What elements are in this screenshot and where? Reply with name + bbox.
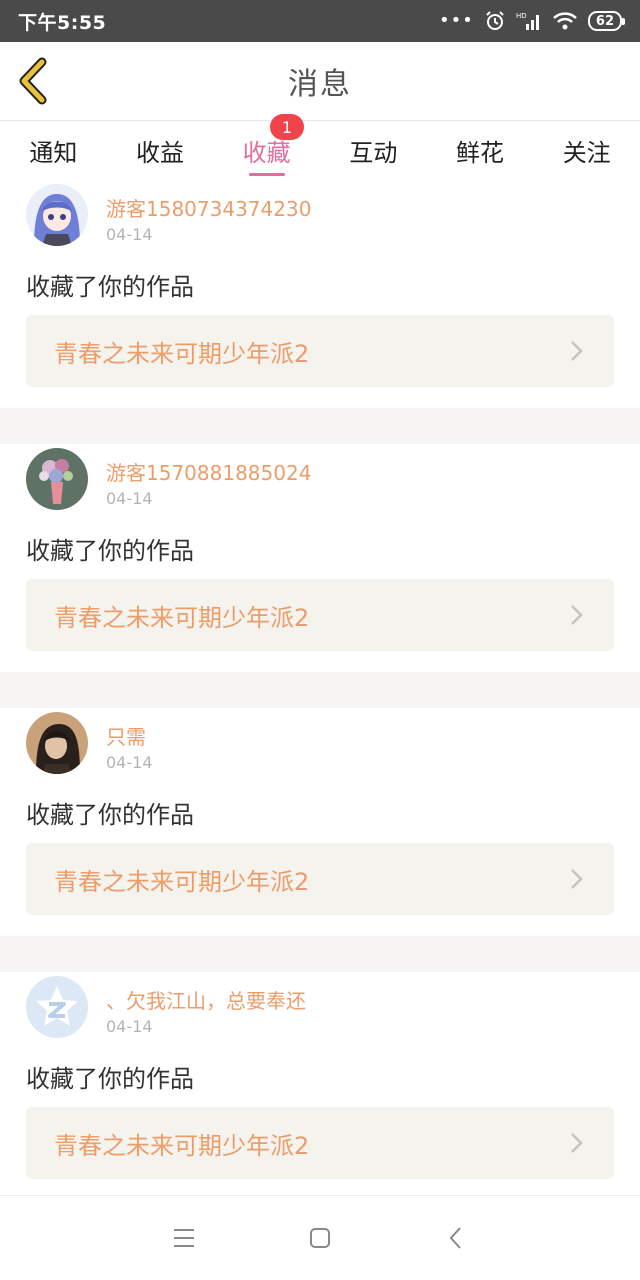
work-link[interactable]: 青春之未来可期少年派2 [26,579,614,651]
anime-girl-avatar-icon [26,184,88,246]
tab-label: 互动 [349,139,398,167]
user-name[interactable]: 只需 [106,721,146,750]
list-item: 游客1570881885024 04-14 收藏了你的作品 青春之未来可期少年派… [0,444,640,672]
status-time: 下午5:55 [18,11,107,34]
home-button[interactable] [302,1220,338,1256]
work-title: 青春之未来可期少年派2 [54,867,310,896]
status-bar: 下午5:55 ••• HD 62 [0,0,640,42]
message-list: 游客1580734374230 04-14 收藏了你的作品 青春之未来可期少年派… [0,180,640,1200]
chevron-right-icon [571,605,583,625]
tab-label: 通知 [29,139,78,167]
tab-favorites[interactable]: 收藏 1 [213,114,320,180]
back-arrow-icon [19,57,47,105]
avatar[interactable] [26,448,88,510]
action-text: 收藏了你的作品 [26,273,194,301]
action-text: 收藏了你的作品 [26,801,194,829]
page-title: 消息 [288,67,352,102]
chevron-right-icon [571,869,583,889]
tab-label: 关注 [562,139,611,167]
list-item: 游客1580734374230 04-14 收藏了你的作品 青春之未来可期少年派… [0,180,640,408]
header: 消息 [0,42,640,120]
work-link[interactable]: 青春之未来可期少年派2 [26,1107,614,1179]
tab-earnings[interactable]: 收益 [107,121,214,180]
user-name[interactable]: 、欠我江山，总要奉还 [106,985,306,1014]
chevron-right-icon [571,341,583,361]
list-item: 、欠我江山，总要奉还 04-14 收藏了你的作品 青春之未来可期少年派2 [0,972,640,1200]
alarm-icon [486,11,504,30]
chevron-right-icon [571,1133,583,1153]
action-text: 收藏了你的作品 [26,1065,194,1093]
flower-vase-avatar-icon [26,448,88,510]
menu-button[interactable] [166,1220,202,1256]
timestamp: 04-14 [106,753,153,772]
timestamp: 04-14 [106,489,153,508]
work-title: 青春之未来可期少年派2 [54,603,310,632]
system-back-button[interactable] [438,1220,474,1256]
tab-interaction[interactable]: 互动 [320,121,427,180]
signal-icon: HD [516,12,539,30]
chevron-left-icon [449,1227,461,1249]
unread-badge: 1 [270,114,305,140]
timestamp: 04-14 [106,225,153,244]
wifi-icon [553,12,577,30]
tab-label: 收益 [136,139,184,167]
home-square-icon [310,1228,330,1248]
avatar[interactable] [26,184,88,246]
work-title: 青春之未来可期少年派2 [54,1131,310,1160]
avatar[interactable] [26,976,88,1038]
avatar[interactable] [26,712,88,774]
work-link[interactable]: 青春之未来可期少年派2 [26,315,614,387]
svg-text:HD: HD [516,12,527,20]
portrait-avatar-icon [26,712,88,774]
tab-follow[interactable]: 关注 [533,121,640,180]
status-icons: ••• HD 62 [439,10,626,32]
user-name[interactable]: 游客1570881885024 [106,457,311,486]
system-nav-bar [0,1195,640,1280]
menu-icon [174,1229,194,1247]
tab-bar: 通知 收益 收藏 1 互动 鲜花 关注 [0,114,640,180]
user-name[interactable]: 游客1580734374230 [106,193,311,222]
tab-notifications[interactable]: 通知 [0,121,107,180]
battery-indicator: 62 [587,11,626,31]
tab-label: 鲜花 [456,139,505,167]
more-dots-icon: ••• [439,10,474,31]
qzone-default-avatar-icon [26,976,88,1038]
tab-flowers[interactable]: 鲜花 [427,121,534,180]
list-item: 只需 04-14 收藏了你的作品 青春之未来可期少年派2 [0,708,640,936]
action-text: 收藏了你的作品 [26,537,194,565]
back-button[interactable] [14,56,54,106]
work-link[interactable]: 青春之未来可期少年派2 [26,843,614,915]
work-title: 青春之未来可期少年派2 [54,339,310,368]
timestamp: 04-14 [106,1017,153,1036]
